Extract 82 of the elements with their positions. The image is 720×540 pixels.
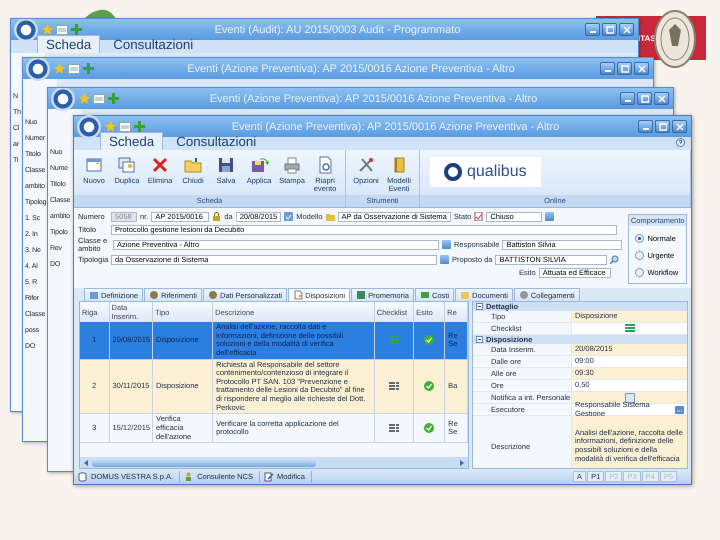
tab-icon [89,290,99,300]
app-orb-icon[interactable] [51,88,75,110]
note-icon[interactable] [68,64,80,74]
dropdown-button[interactable] [545,212,554,221]
tab-icon [420,290,430,300]
ribbon-tab[interactable]: Scheda [37,35,100,53]
lock-icon[interactable] [212,212,222,221]
app-orb-icon[interactable] [26,58,50,80]
minimize-icon [604,70,610,72]
maximize-button[interactable] [602,23,617,36]
star-icon[interactable] [42,24,53,35]
table-row[interactable] [80,359,468,414]
maximize-icon [640,94,648,102]
close-icon [676,122,684,130]
delete-icon [150,155,170,175]
help-icon[interactable] [676,138,685,147]
check-circle-icon [424,423,434,434]
ribbon-tab[interactable]: Scheda [100,132,164,150]
maximize-icon [606,26,614,34]
app-orb-icon[interactable] [77,114,101,138]
minimize-icon [590,31,596,33]
window-title: Eventi (Azione Preventiva): AP 2015/0016 Azione Preventiva - Altro [186,62,516,74]
checkbox[interactable] [624,392,634,402]
collapse-icon[interactable] [476,303,483,310]
minimize-button[interactable] [620,92,635,105]
note-icon[interactable] [119,122,131,132]
window-title: Eventi (Azione Preventiva): AP 2015/0016 Azione Preventiva - Altro [230,120,560,132]
minimize-button[interactable] [638,120,653,133]
check-circle-icon [424,335,434,346]
minimize-button[interactable] [585,23,600,36]
tab-icon [356,290,366,300]
note-icon[interactable] [56,24,68,34]
printer-icon [282,155,302,175]
radio-circle[interactable] [635,234,644,243]
document-icon [474,212,484,221]
window-title: Eventi (Audit): AU 2015/0003 Audit - Programmato [214,24,462,36]
scrollbar-thumb[interactable] [92,458,316,466]
database-icon [78,472,88,482]
tab-icon [460,290,470,300]
collapse-icon[interactable] [476,336,483,343]
close-button[interactable] [619,23,634,36]
close-icon [622,26,630,34]
horizontal-scrollbar[interactable] [80,457,468,468]
window-title: Eventi (Azione Preventiva): AP 2015/0016 Azione Preventiva - Altro [208,92,538,104]
maximize-icon [658,122,666,130]
scroll-left-icon[interactable] [82,458,90,466]
maximize-button[interactable] [637,92,652,105]
tab-icon [149,290,160,300]
close-button[interactable] [634,62,649,75]
radio-circle[interactable] [635,251,644,260]
tab-icon [518,290,529,300]
minimize-icon [624,100,630,102]
close-icon [658,94,666,102]
star-icon[interactable] [54,63,65,74]
tab-icon [208,290,218,300]
edit-icon [264,472,274,482]
star-icon[interactable] [105,121,116,132]
search-icon[interactable] [610,255,620,264]
ellipsis-button-icon[interactable] [675,406,684,414]
app-orb-icon[interactable] [14,19,38,42]
minimize-icon [642,128,648,130]
close-button[interactable] [654,92,669,105]
maximize-icon [620,64,628,72]
maximize-button[interactable] [655,120,670,133]
ribbon-tab[interactable]: Consultazioni [104,35,202,53]
qualibus-logo: qualibus [430,157,541,187]
note-icon[interactable] [93,94,105,104]
close-icon [638,64,646,72]
close-button[interactable] [672,120,687,133]
star-icon[interactable] [79,93,90,104]
scroll-right-icon[interactable] [458,458,466,466]
checklist-icon [624,324,634,333]
calendar-icon[interactable] [284,212,294,221]
check-circle-icon [424,381,434,392]
copy-documents-icon [117,155,137,175]
ribbon-tab[interactable]: Consultazioni [167,132,266,150]
folder-icon [183,155,203,175]
maximize-button[interactable] [617,62,632,75]
minimize-button[interactable] [600,62,615,75]
seal-logo-icon [654,10,696,68]
logo-ring-icon [444,163,462,181]
radio-circle[interactable] [635,268,644,277]
